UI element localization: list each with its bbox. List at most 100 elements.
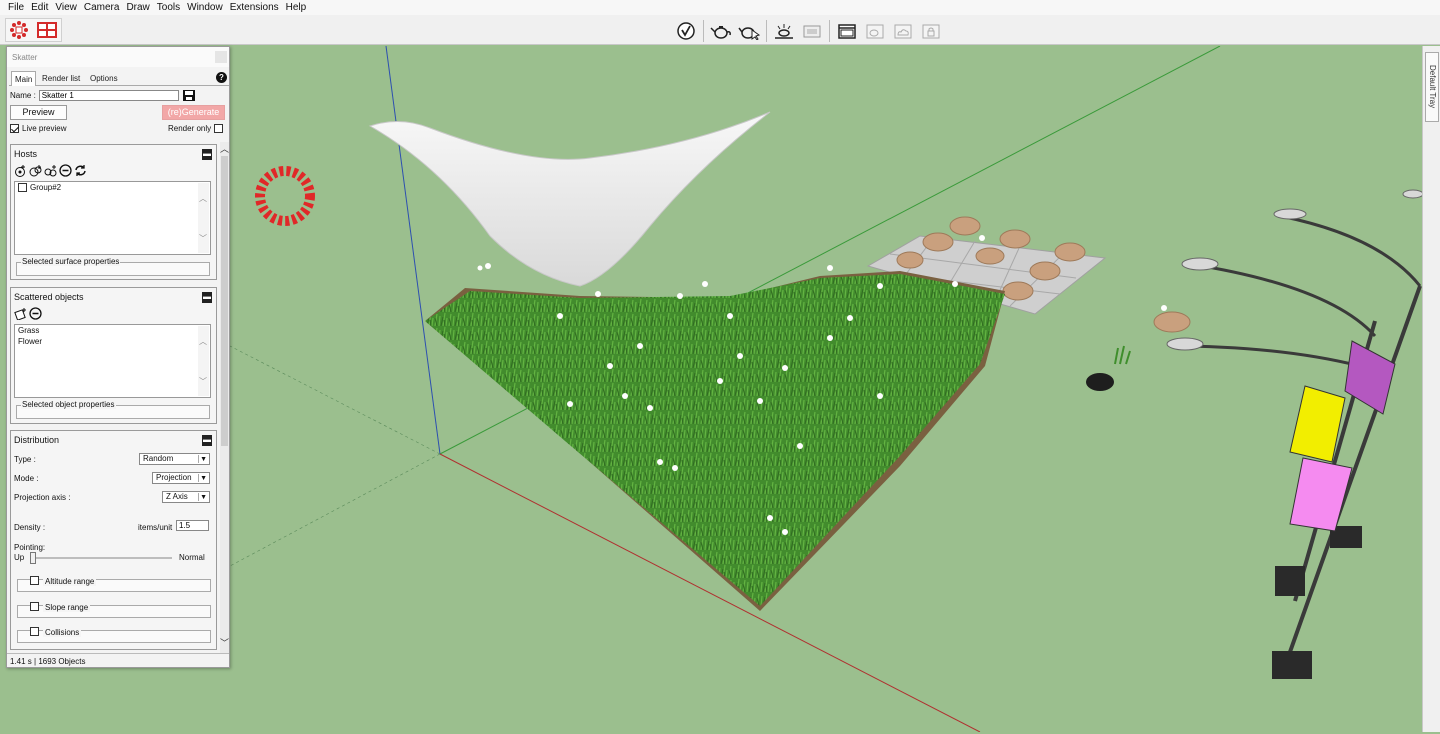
name-label: Name : — [10, 91, 36, 100]
add-hosts-icon[interactable] — [29, 164, 42, 177]
object-properties-group: Selected object properties — [16, 400, 210, 419]
scattered-objects-list: Grass Flower ︿ ﹀ — [14, 324, 211, 398]
mode-label: Mode : — [14, 474, 39, 483]
pointing-slider[interactable] — [30, 552, 172, 564]
density-unit-label: items/unit — [138, 523, 173, 532]
add-object-icon[interactable] — [14, 307, 27, 320]
scatter-icon[interactable] — [6, 19, 32, 41]
toolbar — [0, 15, 1440, 45]
live-preview-label: Live preview — [22, 124, 67, 133]
tab-options[interactable]: Options — [87, 71, 121, 86]
live-preview-checkbox[interactable] — [10, 124, 19, 133]
lock-icon[interactable] — [918, 20, 944, 42]
collisions-checkbox[interactable] — [30, 627, 39, 636]
scattered-objects-title: Scattered objects — [14, 292, 84, 302]
teapot-render-icon[interactable] — [708, 20, 734, 42]
preview-button[interactable]: Preview — [10, 105, 67, 120]
hosts-section: Hosts ▬ Group#2 ︿ ﹀ Selected surface prop… — [10, 144, 217, 280]
mode-value: Projection — [156, 473, 192, 482]
add-host-group-icon[interactable] — [44, 164, 57, 177]
panel-tabs: Main Render list Options ? — [9, 70, 229, 86]
hosts-list: Group#2 ︿ ﹀ — [14, 181, 211, 255]
density-input[interactable] — [176, 520, 209, 531]
collisions-label: Collisions — [43, 628, 82, 637]
scroll-up-icon[interactable]: ︿ — [220, 142, 229, 155]
collapse-hosts-button[interactable]: ▬ — [202, 149, 212, 160]
distribution-section: Distribution ▬ Type : Random ▼ Mode : Pro… — [10, 430, 217, 650]
surface-properties-group: Selected surface properties — [16, 257, 210, 276]
slope-range-label: Slope range — [43, 603, 91, 612]
tab-render-list[interactable]: Render list — [39, 71, 83, 86]
status-bar: 1.41 s | 1693 Objects — [7, 653, 229, 667]
chevron-down-icon: ▼ — [200, 494, 207, 501]
collapse-scattered-button[interactable]: ▬ — [202, 292, 212, 303]
host-checkbox[interactable] — [18, 183, 27, 192]
scatter-origin-icon — [255, 166, 315, 226]
regenerate-button[interactable]: (re)Generate — [162, 105, 225, 120]
batch-render-icon[interactable] — [862, 20, 888, 42]
menu-bar: File Edit View Camera Draw Tools Window … — [0, 0, 1440, 15]
pointing-label: Pointing: — [14, 543, 46, 552]
menu-tools[interactable]: Tools — [155, 2, 185, 13]
add-host-icon[interactable] — [14, 164, 27, 177]
menu-extensions[interactable]: Extensions — [228, 2, 284, 13]
refresh-icon[interactable] — [74, 164, 87, 177]
menu-edit[interactable]: Edit — [29, 2, 53, 13]
pointing-slider-knob[interactable] — [30, 552, 36, 564]
altitude-range-checkbox[interactable] — [30, 576, 39, 585]
toolbar-separator — [829, 20, 830, 42]
menu-file[interactable]: File — [6, 2, 29, 13]
distribution-title: Distribution — [14, 435, 60, 445]
slope-range-checkbox[interactable] — [30, 602, 39, 611]
pointing-normal-label: Normal — [179, 553, 205, 562]
menu-view[interactable]: View — [53, 2, 82, 13]
surface-properties-label: Selected surface properties — [21, 257, 121, 266]
teapot-interactive-icon[interactable] — [736, 20, 762, 42]
vray-toolbar — [673, 18, 944, 44]
menu-window[interactable]: Window — [185, 2, 228, 13]
scroll-down-icon[interactable]: ﹀ — [220, 636, 229, 649]
hosts-list-scrollbar[interactable]: ︿ ﹀ — [198, 183, 209, 253]
render-only-checkbox[interactable] — [214, 124, 224, 133]
objects-list-scrollbar[interactable]: ︿ ﹀ — [198, 326, 209, 396]
object-properties-label: Selected object properties — [21, 400, 116, 409]
remove-host-icon[interactable] — [59, 164, 72, 177]
collapse-distribution-button[interactable]: ▬ — [202, 435, 212, 446]
projection-axis-select[interactable]: Z Axis ▼ — [162, 491, 210, 503]
save-icon[interactable] — [182, 89, 196, 102]
mode-select[interactable]: Projection ▼ — [152, 472, 210, 484]
panel-close-button[interactable] — [215, 51, 227, 63]
list-item[interactable]: Group#2 — [15, 182, 210, 193]
density-label: Density : — [14, 523, 46, 532]
projection-axis-label: Projection axis : — [14, 493, 71, 502]
type-select[interactable]: Random ▼ — [139, 453, 210, 465]
panel-scrollbar[interactable]: ︿ ﹀ — [220, 142, 229, 654]
pointing-up-label: Up — [14, 553, 25, 562]
blue-axis — [385, 45, 441, 455]
help-icon[interactable]: ? — [216, 72, 227, 83]
asset-editor-icon[interactable] — [834, 20, 860, 42]
skatter-panel: Skatter Main Render list Options ? Name … — [6, 46, 230, 668]
scatter-grid-icon[interactable] — [34, 19, 60, 41]
toolbar-separator — [703, 20, 704, 42]
list-item[interactable]: Grass — [15, 325, 210, 336]
host-item-label: Group#2 — [30, 183, 62, 192]
cloud-render-icon[interactable] — [890, 20, 916, 42]
panel-title: Skatter — [7, 47, 229, 67]
frame-buffer-icon[interactable] — [799, 20, 825, 42]
remove-object-icon[interactable] — [29, 307, 42, 320]
chevron-down-icon: ▼ — [200, 475, 207, 482]
light-gen-icon[interactable] — [771, 20, 797, 42]
type-label: Type : — [14, 455, 36, 464]
menu-help[interactable]: Help — [284, 2, 312, 13]
menu-camera[interactable]: Camera — [82, 2, 125, 13]
skatter-toolbar — [5, 18, 62, 42]
menu-draw[interactable]: Draw — [124, 2, 154, 13]
panel-scrollbar-thumb[interactable] — [221, 156, 228, 446]
vray-logo-icon[interactable] — [673, 20, 699, 42]
default-tray-tab[interactable]: Default Tray — [1425, 52, 1439, 122]
list-item[interactable]: Flower — [15, 336, 210, 347]
tab-main[interactable]: Main — [11, 71, 37, 86]
chevron-down-icon: ▼ — [200, 456, 207, 463]
name-input[interactable] — [38, 90, 179, 101]
